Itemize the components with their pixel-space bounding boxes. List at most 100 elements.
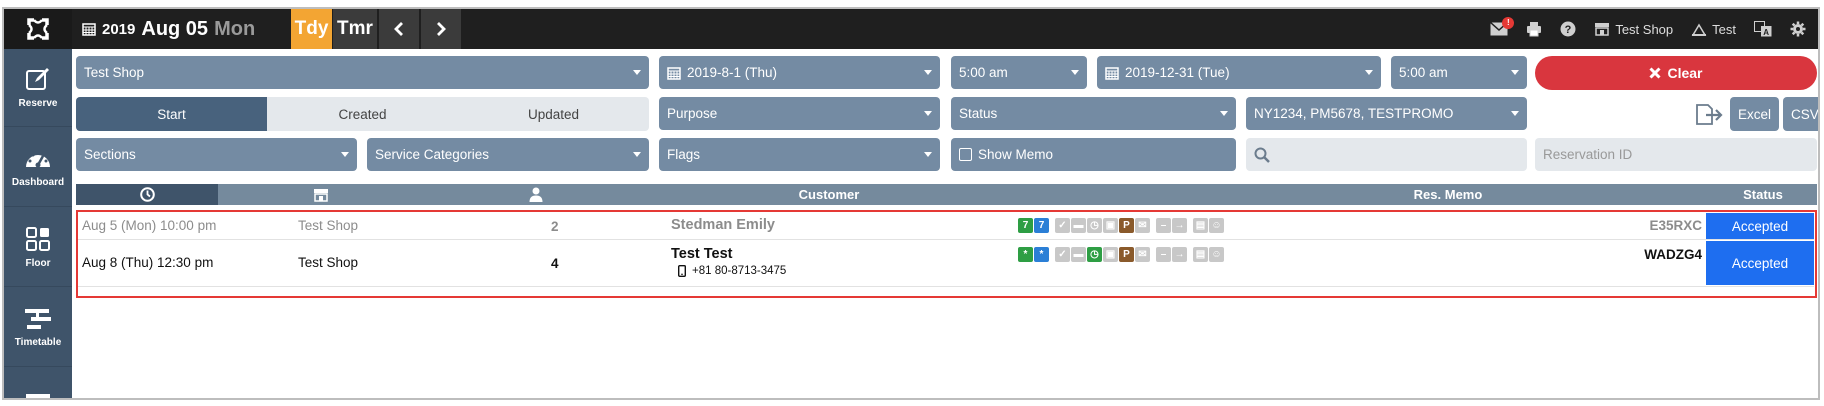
status-badge[interactable]: Accepted bbox=[1706, 213, 1814, 239]
table-row[interactable]: Aug 8 (Thu) 12:30 pm Test Shop 4 Test Te… bbox=[78, 241, 1814, 287]
today-button[interactable]: Tdy bbox=[291, 9, 332, 49]
sections-select[interactable]: Sections bbox=[76, 138, 357, 171]
start-time-select[interactable]: 5:00 am bbox=[951, 56, 1087, 89]
caret-down-icon bbox=[633, 70, 641, 75]
customer-name[interactable]: Test Test bbox=[671, 246, 733, 262]
clear-button[interactable]: Clear bbox=[1535, 56, 1817, 90]
service-categories-value: Service Categories bbox=[375, 147, 490, 162]
top-right-toolbar: ! ? Test Shop Test A bbox=[1490, 9, 1806, 49]
mobile-phone-icon bbox=[678, 265, 686, 277]
smiley-icon: ☺ bbox=[1209, 218, 1224, 233]
search-field[interactable] bbox=[1246, 138, 1527, 171]
message-badge: ! bbox=[1502, 17, 1515, 29]
sidebar-item-floor[interactable]: Floor bbox=[4, 209, 72, 287]
reservation-id-field[interactable]: Reservation ID bbox=[1535, 138, 1817, 171]
search-icon bbox=[1254, 147, 1270, 163]
reservation-flags: * * ✓ ▬ ◷ ▣ P ✉ – → ▤ ☺ bbox=[1018, 247, 1224, 262]
help-button[interactable]: ? bbox=[1560, 21, 1576, 37]
column-customer[interactable]: Customer bbox=[659, 184, 999, 205]
excel-export-button[interactable]: Excel bbox=[1730, 97, 1780, 131]
column-status[interactable]: Status bbox=[1709, 184, 1817, 205]
document-icon: ▤ bbox=[1193, 247, 1208, 262]
caret-down-icon bbox=[924, 152, 932, 157]
sidebar-item-more[interactable] bbox=[4, 369, 72, 398]
dash-icon: – bbox=[1156, 218, 1171, 233]
user-name-label: Test bbox=[1712, 21, 1736, 37]
sidebar-item-timetable[interactable]: Timetable bbox=[4, 289, 72, 367]
close-icon bbox=[1649, 67, 1662, 79]
column-time[interactable] bbox=[76, 184, 218, 205]
caret-down-icon bbox=[341, 152, 349, 157]
previous-day-button[interactable] bbox=[379, 9, 419, 49]
sidebar-item-dashboard[interactable]: Dashboard bbox=[4, 129, 72, 207]
sidebar-item-label: Reserve bbox=[18, 98, 58, 109]
gift-icon: ▣ bbox=[1103, 218, 1118, 233]
customer-phone[interactable]: +81 80-8713-3475 bbox=[692, 265, 786, 277]
reservation-guests: 2 bbox=[551, 219, 559, 234]
column-res-memo[interactable]: Res. Memo bbox=[1248, 184, 1648, 205]
end-date-select[interactable]: 2019-12-31 (Tue) bbox=[1097, 56, 1381, 89]
mail-icon: ✉ bbox=[1135, 218, 1150, 233]
clock-icon bbox=[139, 187, 155, 202]
start-time-value: 5:00 am bbox=[959, 65, 1008, 80]
date-type-updated[interactable]: Updated bbox=[458, 97, 649, 131]
column-guests[interactable] bbox=[423, 184, 649, 205]
export-group: Excel CSV bbox=[1694, 97, 1818, 131]
shop-select-value: Test Shop bbox=[84, 65, 145, 80]
tag-green-badge: 7 bbox=[1018, 218, 1033, 233]
table-header: Customer Res. Memo Status bbox=[76, 184, 1817, 205]
user-menu[interactable]: Test bbox=[1691, 22, 1736, 37]
date-type-created[interactable]: Created bbox=[267, 97, 458, 131]
top-bar: 2019 Aug 05 Mon Tdy Tmr ! ? Test Shop Te… bbox=[4, 9, 1818, 49]
store-icon bbox=[1595, 23, 1610, 36]
status-select-value: Status bbox=[959, 106, 998, 121]
app-window: 2019 Aug 05 Mon Tdy Tmr ! ? Test Shop Te… bbox=[2, 7, 1820, 400]
show-memo-toggle[interactable]: Show Memo bbox=[951, 138, 1236, 171]
shop-select[interactable]: Test Shop bbox=[76, 56, 649, 89]
column-shop[interactable] bbox=[218, 184, 423, 205]
reservation-code[interactable]: E35RXC bbox=[1649, 218, 1702, 233]
end-time-value: 5:00 am bbox=[1399, 65, 1448, 80]
check-circle-icon: ✓ bbox=[1055, 247, 1070, 262]
next-day-button[interactable] bbox=[421, 9, 461, 49]
messages-button[interactable]: ! bbox=[1490, 17, 1515, 36]
credit-card-icon: ▬ bbox=[1071, 218, 1086, 233]
start-date-select[interactable]: 2019-8-1 (Thu) bbox=[659, 56, 940, 89]
end-time-select[interactable]: 5:00 am bbox=[1391, 56, 1527, 89]
date-type-start[interactable]: Start bbox=[76, 97, 267, 131]
csv-export-button[interactable]: CSV bbox=[1783, 97, 1818, 131]
purpose-select[interactable]: Purpose bbox=[659, 97, 940, 130]
gift-icon: ▣ bbox=[1103, 247, 1118, 262]
parking-icon: P bbox=[1119, 218, 1134, 233]
store-icon bbox=[313, 188, 328, 202]
date-type-toggle: Start Created Updated bbox=[76, 97, 649, 131]
user-icon bbox=[1691, 23, 1707, 36]
reservation-code[interactable]: WADZG4 bbox=[1644, 247, 1702, 262]
app-logo[interactable] bbox=[4, 9, 72, 49]
table-row[interactable]: Aug 5 (Mon) 10:00 pm Test Shop 2 Stedman… bbox=[78, 212, 1814, 240]
sidebar: Reserve Dashboard Floor Timetable bbox=[4, 49, 72, 398]
end-date-value: 2019-12-31 (Tue) bbox=[1125, 65, 1230, 80]
show-memo-checkbox[interactable] bbox=[959, 148, 972, 161]
reservation-id-input[interactable]: Reservation ID bbox=[1543, 147, 1632, 162]
sidebar-item-reserve[interactable]: Reserve bbox=[4, 49, 72, 127]
promo-select[interactable]: NY1234, PM5678, TESTPROMO bbox=[1246, 97, 1527, 130]
tomorrow-button[interactable]: Tmr bbox=[333, 9, 377, 49]
tag-blue-badge: 7 bbox=[1034, 218, 1049, 233]
sidebar-item-label: Dashboard bbox=[11, 177, 65, 188]
reservation-datetime: Aug 8 (Thu) 12:30 pm bbox=[82, 255, 214, 270]
printer-icon bbox=[1527, 22, 1542, 37]
shop-selector[interactable]: Test Shop bbox=[1594, 22, 1673, 37]
current-date[interactable]: 2019 Aug 05 Mon bbox=[82, 9, 255, 49]
export-icon[interactable] bbox=[1694, 101, 1724, 127]
print-button[interactable] bbox=[1526, 21, 1542, 37]
caret-down-icon bbox=[1511, 70, 1519, 75]
customer-name[interactable]: Stedman Emily bbox=[671, 217, 775, 233]
language-button[interactable]: A bbox=[1754, 21, 1772, 37]
settings-button[interactable] bbox=[1790, 21, 1806, 37]
translate-icon: A bbox=[1754, 21, 1772, 37]
status-select[interactable]: Status bbox=[951, 97, 1236, 130]
service-categories-select[interactable]: Service Categories bbox=[367, 138, 649, 171]
status-badge[interactable]: Accepted bbox=[1706, 241, 1814, 285]
flags-select[interactable]: Flags bbox=[659, 138, 940, 171]
